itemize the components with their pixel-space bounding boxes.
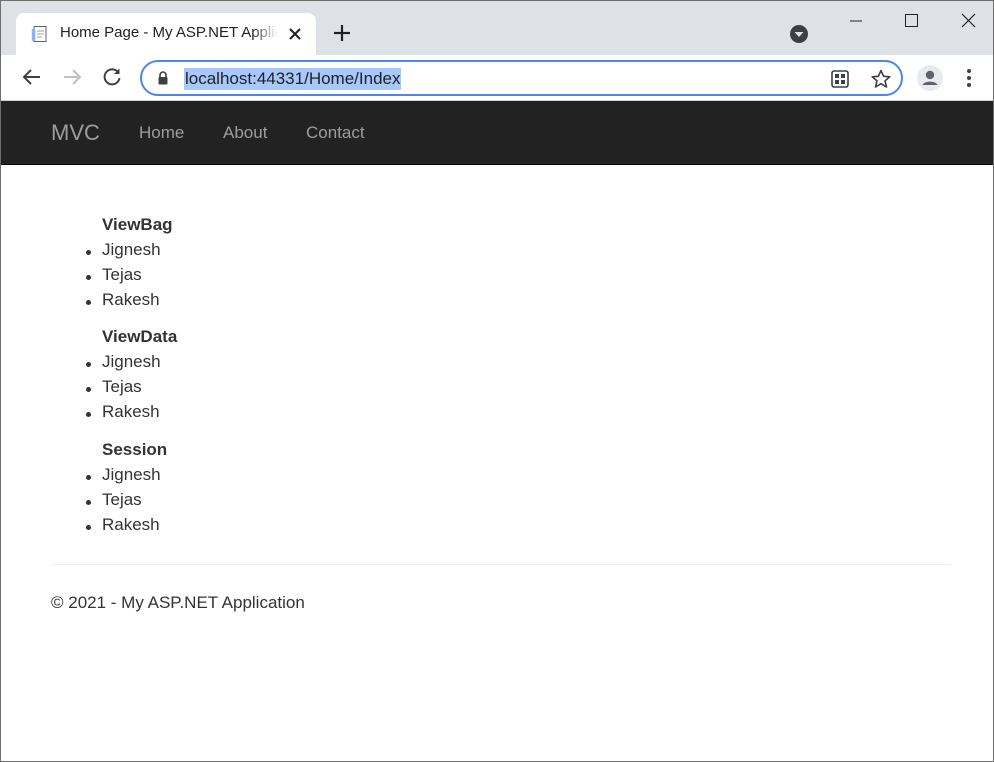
plus-icon[interactable] xyxy=(331,22,353,44)
list-item-text: Jignesh xyxy=(102,240,161,259)
list-item-text: Jignesh xyxy=(102,465,161,484)
avatar-icon[interactable] xyxy=(916,64,944,92)
star-icon[interactable] xyxy=(870,68,892,90)
site-navbar: MVC Home About Contact xyxy=(1,101,993,165)
section-title: ViewBag xyxy=(102,215,173,234)
browser-window: Home Page - My ASP.NET Application xyxy=(0,0,994,762)
minimize-icon[interactable] xyxy=(836,7,876,35)
nav-contact-link[interactable]: Contact xyxy=(306,123,365,143)
back-arrow-icon[interactable] xyxy=(20,65,44,89)
list-item-text: Rakesh xyxy=(102,402,160,421)
bullet xyxy=(86,412,91,417)
list-item-text: Tejas xyxy=(102,490,142,509)
bullet xyxy=(86,387,91,392)
bullet xyxy=(86,500,91,505)
list-item-text: Rakesh xyxy=(102,515,160,534)
lock-icon[interactable] xyxy=(155,70,171,86)
forward-arrow-icon[interactable] xyxy=(60,65,84,89)
browser-tab[interactable]: Home Page - My ASP.NET Application xyxy=(16,13,316,55)
footer-divider xyxy=(51,564,951,565)
page-viewport: MVC Home About Contact ViewBag Jignesh T… xyxy=(1,101,993,761)
kebab-menu-icon[interactable] xyxy=(959,66,979,90)
bullet xyxy=(86,525,91,530)
address-bar[interactable]: localhost:44331/Home/Index xyxy=(140,60,903,96)
list-item-text: Jignesh xyxy=(102,352,161,371)
tab-title: Home Page - My ASP.NET Application xyxy=(60,24,278,41)
page-icon xyxy=(31,26,47,42)
reload-icon[interactable] xyxy=(100,65,124,89)
section-title: ViewData xyxy=(102,327,178,346)
bullet xyxy=(86,275,91,280)
bullet xyxy=(86,475,91,480)
list-item-text: Tejas xyxy=(102,377,142,396)
url-text[interactable]: localhost:44331/Home/Index xyxy=(184,68,402,90)
tab-search-icon[interactable] xyxy=(788,23,810,45)
list-item-text: Rakesh xyxy=(102,290,160,309)
nav-home-link[interactable]: Home xyxy=(139,123,184,143)
bullet xyxy=(86,250,91,255)
qr-code-icon[interactable] xyxy=(830,69,850,89)
nav-about-link[interactable]: About xyxy=(223,123,267,143)
window-close-icon[interactable] xyxy=(948,7,988,35)
bullet xyxy=(86,300,91,305)
maximize-icon[interactable] xyxy=(891,7,931,35)
browser-toolbar: localhost:44331/Home/Index xyxy=(1,55,993,101)
footer-copyright: © 2021 - My ASP.NET Application xyxy=(51,593,305,612)
list-item-text: Tejas xyxy=(102,265,142,284)
bullet xyxy=(86,362,91,367)
brand-link[interactable]: MVC xyxy=(51,120,100,146)
tab-strip: Home Page - My ASP.NET Application xyxy=(1,1,993,55)
close-icon[interactable] xyxy=(286,25,304,43)
section-title: Session xyxy=(102,440,168,459)
